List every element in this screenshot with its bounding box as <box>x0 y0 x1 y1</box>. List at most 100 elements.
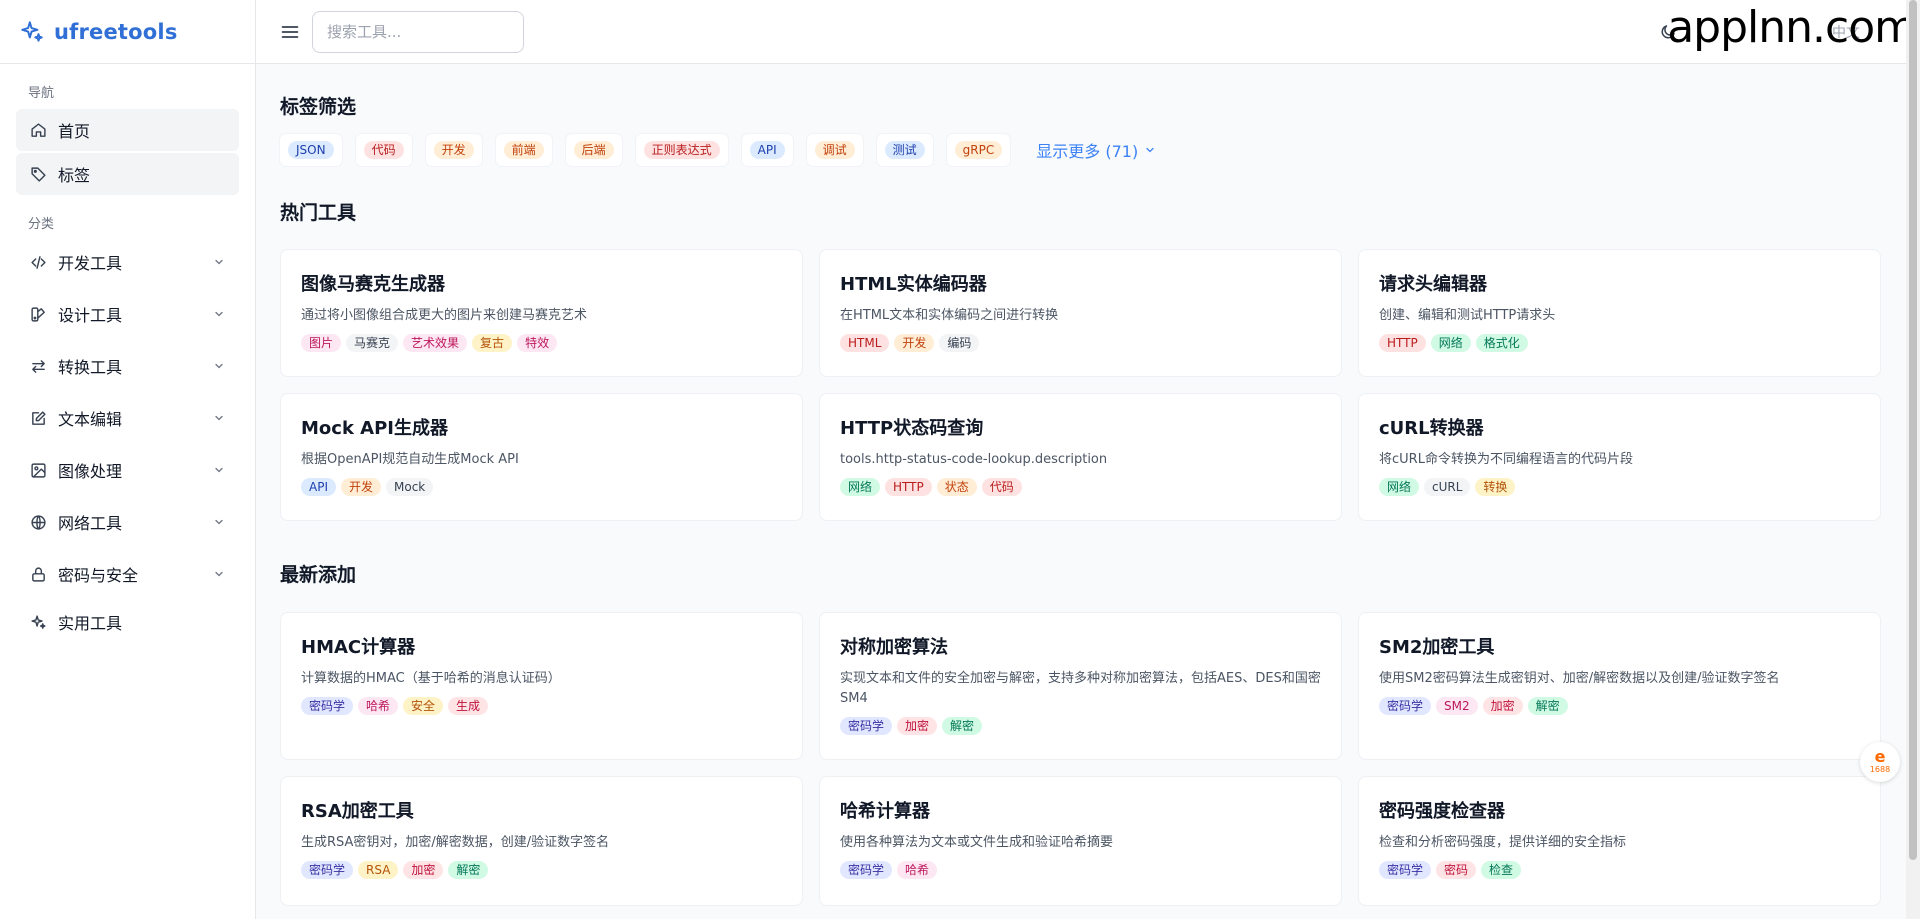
tool-card[interactable]: RSA加密工具 生成RSA密钥对，加密/解密数据，创建/验证数字签名 密码学 R… <box>280 776 803 906</box>
category-label: 文本编辑 <box>58 410 123 429</box>
category-network-tools[interactable]: 网络工具 <box>16 496 239 548</box>
tag-pill: 加密 <box>403 861 444 879</box>
scrollbar-thumb[interactable] <box>1909 0 1917 860</box>
tool-name: HMAC计算器 <box>301 637 416 658</box>
brand-name: ufreetools <box>54 19 178 44</box>
tag-pill: 解密 <box>1527 697 1568 715</box>
nav-item-tags[interactable]: 标签 <box>16 153 239 195</box>
tool-tags: HTML 开发 编码 <box>840 334 1321 352</box>
tool-description: 检查和分析密码强度，提供详细的安全指标 <box>1379 835 1627 850</box>
tool-card[interactable]: 哈希计算器 使用各种算法为文本或文件生成和验证哈希摘要 密码学 哈希 <box>819 776 1342 906</box>
tool-card[interactable]: cURL转换器 将cURL命令转换为不同编程语言的代码片段 网络 cURL 转换 <box>1358 393 1881 521</box>
category-convert-tools[interactable]: 转换工具 <box>16 340 239 392</box>
main-content: 标签筛选 JSON 代码 开发 前端 后端 正则表达式 API 调试 测试 gR… <box>256 64 1906 919</box>
latest-tools-title: 最新添加 <box>280 564 357 586</box>
chevron-down-icon[interactable] <box>211 566 227 582</box>
tag-pill: 生成 <box>448 697 489 715</box>
tool-description: 计算数据的HMAC（基于哈希的消息认证码） <box>301 671 561 686</box>
tag-filter-title: 标签筛选 <box>280 96 357 118</box>
tag-pill: 加密 <box>897 717 938 735</box>
tool-card[interactable]: 图像马赛克生成器 通过将小图像组合成更大的图片来创建马赛克艺术 图片 马赛克 艺… <box>280 249 803 377</box>
tag-pill: 调试 <box>814 141 855 159</box>
popular-tools-grid: 图像马赛克生成器 通过将小图像组合成更大的图片来创建马赛克艺术 图片 马赛克 艺… <box>280 249 1882 521</box>
tool-description: 在HTML文本和实体编码之间进行转换 <box>840 308 1059 323</box>
sparkle-logo-icon <box>18 18 46 46</box>
tag-pill: 加密 <box>1482 697 1523 715</box>
category-label: 转换工具 <box>58 358 123 377</box>
chevron-down-icon[interactable] <box>211 514 227 530</box>
tool-name: 哈希计算器 <box>840 801 930 822</box>
sidebar: ufreetools 导航 首页 标签 分类 开发工具 设计工具 转换工具 文本… <box>0 0 256 919</box>
tag-pill: 艺术效果 <box>403 334 468 352</box>
tag-pill: 哈希 <box>358 697 399 715</box>
globe-icon <box>28 512 48 532</box>
search-input[interactable] <box>312 11 524 53</box>
chevron-down-icon[interactable] <box>211 254 227 270</box>
filter-tag[interactable]: gRPC <box>946 134 1011 166</box>
filter-tag[interactable]: 调试 <box>806 134 863 166</box>
tool-description: tools.http-status-code-lookup.descriptio… <box>840 452 1108 467</box>
category-image-processing[interactable]: 图像处理 <box>16 444 239 496</box>
tool-name: HTML实体编码器 <box>840 274 987 295</box>
nav-item-home[interactable]: 首页 <box>16 109 239 151</box>
brand[interactable]: ufreetools <box>0 0 255 64</box>
tag-pill: 密码学 <box>1379 861 1432 879</box>
tag-pill: 编码 <box>939 334 980 352</box>
code-icon <box>28 252 48 272</box>
show-more-button[interactable]: 显示更多 (71) <box>1036 138 1156 162</box>
chevron-down-icon[interactable] <box>211 462 227 478</box>
filter-tag[interactable]: 代码 <box>355 134 412 166</box>
filter-tag[interactable]: 后端 <box>565 134 622 166</box>
tool-tags: API 开发 Mock <box>301 478 782 496</box>
category-text-edit[interactable]: 文本编辑 <box>16 392 239 444</box>
category-label: 实用工具 <box>58 614 123 633</box>
tag-pill: SM2 <box>1436 697 1478 715</box>
category-utility-tools[interactable]: 实用工具 <box>16 600 239 644</box>
palette-icon <box>28 304 48 324</box>
floating-1688-badge[interactable]: e 1688 <box>1860 742 1900 782</box>
tool-card[interactable]: HMAC计算器 计算数据的HMAC（基于哈希的消息认证码） 密码学 哈希 安全 … <box>280 612 803 760</box>
tag-pill: 解密 <box>448 861 489 879</box>
tag-pill: 哈希 <box>897 861 938 879</box>
filter-tag[interactable]: 开发 <box>425 134 482 166</box>
filter-tag[interactable]: JSON <box>280 134 342 166</box>
tool-card[interactable]: 密码强度检查器 检查和分析密码强度，提供详细的安全指标 密码学 密码 检查 <box>1358 776 1881 906</box>
chevron-down-icon[interactable] <box>211 358 227 374</box>
tool-description: 根据OpenAPI规范自动生成Mock API <box>301 452 519 467</box>
tag-pill: HTTP <box>1379 334 1426 352</box>
tool-card[interactable]: Mock API生成器 根据OpenAPI规范自动生成Mock API API … <box>280 393 803 521</box>
tool-tags: 图片 马赛克 艺术效果 复古 特效 <box>301 334 782 352</box>
filter-tag[interactable]: 前端 <box>495 134 552 166</box>
tag-pill: 测试 <box>884 141 925 159</box>
chevron-down-icon[interactable] <box>211 306 227 322</box>
tool-card[interactable]: HTTP状态码查询 tools.http-status-code-lookup.… <box>819 393 1342 521</box>
image-icon <box>28 460 48 480</box>
tag-pill: 网络 <box>840 478 881 496</box>
show-more-label: 显示更多 (71) <box>1036 142 1139 161</box>
nav-item-label: 标签 <box>58 166 91 185</box>
menu-icon[interactable] <box>278 20 302 44</box>
tag-pill: 密码学 <box>301 697 354 715</box>
tag-pill: 网络 <box>1430 334 1471 352</box>
tool-card[interactable]: 对称加密算法 实现文本和文件的安全加密与解密，支持多种对称加密算法，包括AES、… <box>819 612 1342 760</box>
category-password-security[interactable]: 密码与安全 <box>16 548 239 600</box>
tool-name: RSA加密工具 <box>301 801 414 822</box>
sparkle-icon <box>28 612 48 632</box>
tool-description: 通过将小图像组合成更大的图片来创建马赛克艺术 <box>301 308 588 323</box>
tool-card[interactable]: SM2加密工具 使用SM2密码算法生成密钥对、加密/解密数据以及创建/验证数字签… <box>1358 612 1881 760</box>
tag-pill: 网络 <box>1379 478 1420 496</box>
tool-card[interactable]: HTML实体编码器 在HTML文本和实体编码之间进行转换 HTML 开发 编码 <box>819 249 1342 377</box>
category-dev-tools[interactable]: 开发工具 <box>16 236 239 288</box>
filter-tag[interactable]: API <box>741 134 793 166</box>
arrows-icon <box>28 356 48 376</box>
filter-tag[interactable]: 测试 <box>876 134 933 166</box>
category-design-tools[interactable]: 设计工具 <box>16 288 239 340</box>
page-scrollbar[interactable] <box>1906 0 1920 919</box>
tag-pill: 密码学 <box>840 717 893 735</box>
filter-tag[interactable]: 正则表达式 <box>635 134 728 166</box>
chevron-down-icon[interactable] <box>211 410 227 426</box>
tool-card[interactable]: 请求头编辑器 创建、编辑和测试HTTP请求头 HTTP 网络 格式化 <box>1358 249 1881 377</box>
tool-tags: HTTP 网络 格式化 <box>1379 334 1860 352</box>
nav-item-label: 首页 <box>58 122 91 141</box>
tag-pill: 安全 <box>403 697 444 715</box>
